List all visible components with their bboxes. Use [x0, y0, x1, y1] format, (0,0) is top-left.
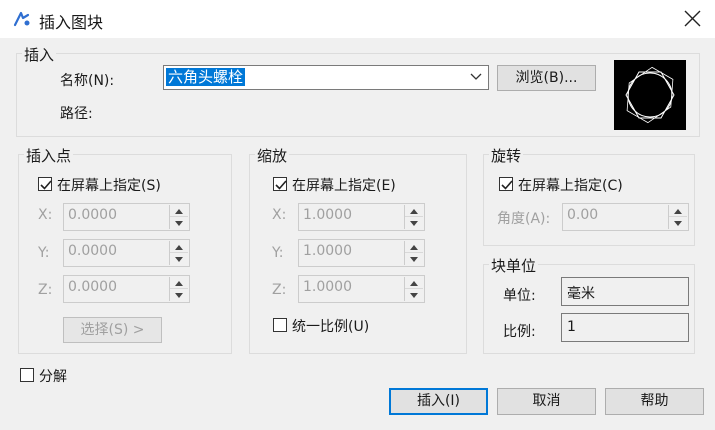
insertion-x-spinner[interactable]: 0.0000: [63, 203, 190, 231]
chevron-down-icon: [470, 73, 482, 80]
insertion-x-value: 0.0000: [68, 207, 117, 223]
uniform-scale-label: 统一比例(U): [292, 319, 370, 335]
scale-z-spinner[interactable]: 1.0000: [298, 275, 425, 303]
title-bar: 插入图块: [0, 0, 715, 38]
insert-legend: 插入: [22, 44, 57, 65]
factor-label: 比例:: [503, 324, 536, 340]
spin-up-button[interactable]: [405, 205, 423, 217]
scale-z-label: Z:: [272, 282, 287, 298]
spin-up-button[interactable]: [669, 205, 687, 217]
insertion-y-label: Y:: [38, 245, 50, 261]
close-button[interactable]: [670, 0, 715, 38]
triangle-up-icon: [410, 245, 418, 250]
scale-x-value: 1.0000: [303, 207, 352, 223]
spin-down-button[interactable]: [170, 289, 188, 301]
insertion-point-legend: 插入点: [24, 145, 74, 166]
spin-up-button[interactable]: [170, 277, 188, 289]
spin-down-button[interactable]: [669, 217, 687, 229]
check-icon: [501, 180, 513, 190]
scale-y-value: 1.0000: [303, 243, 352, 259]
triangle-down-icon: [674, 221, 682, 226]
insertion-z-label: Z:: [38, 282, 53, 298]
block-name-value: 六角头螺栓: [166, 68, 246, 86]
scale-x-spinner[interactable]: 1.0000: [298, 203, 425, 231]
window-title: 插入图块: [39, 13, 104, 32]
explode-checkbox[interactable]: [20, 368, 34, 382]
path-label: 路径:: [60, 106, 93, 122]
triangle-up-icon: [175, 281, 183, 286]
factor-value: 1: [567, 319, 576, 335]
insertion-z-spinner[interactable]: 0.0000: [63, 275, 190, 303]
unit-value: 毫米: [567, 286, 595, 302]
spin-up-button[interactable]: [170, 205, 188, 217]
spin-up-button[interactable]: [170, 241, 188, 253]
block-name-combobox[interactable]: 六角头螺栓: [163, 65, 489, 90]
block-unit-legend: 块单位: [489, 255, 539, 276]
scale-x-label: X:: [272, 207, 287, 223]
scale-specify-label: 在屏幕上指定(E): [292, 178, 396, 194]
insertion-specify-checkbox[interactable]: [38, 177, 52, 191]
triangle-down-icon: [410, 221, 418, 226]
insertion-x-label: X:: [38, 207, 53, 223]
rotation-group: [483, 154, 695, 246]
scale-specify-checkbox[interactable]: [273, 177, 287, 191]
select-point-button[interactable]: 选择(S) >: [63, 317, 162, 343]
cad-app-icon: [12, 9, 32, 29]
triangle-up-icon: [674, 209, 682, 214]
triangle-down-icon: [410, 293, 418, 298]
angle-spinner[interactable]: 0.00: [562, 203, 689, 231]
uniform-scale-checkbox[interactable]: [273, 318, 287, 332]
insertion-specify-label: 在屏幕上指定(S): [57, 178, 161, 194]
name-label: 名称(N):: [60, 73, 115, 89]
block-preview: [614, 60, 686, 130]
rotation-specify-checkbox[interactable]: [499, 177, 513, 191]
spin-down-button[interactable]: [405, 217, 423, 229]
rotation-specify-label: 在屏幕上指定(C): [518, 178, 623, 194]
unit-field: 毫米: [561, 277, 689, 306]
scale-legend: 缩放: [255, 145, 290, 166]
scale-y-spinner[interactable]: 1.0000: [298, 239, 425, 267]
triangle-up-icon: [175, 209, 183, 214]
triangle-down-icon: [410, 257, 418, 262]
check-icon: [275, 180, 287, 190]
insertion-y-value: 0.0000: [68, 243, 117, 259]
close-icon: [684, 10, 701, 27]
spin-down-button[interactable]: [170, 253, 188, 265]
insertion-z-value: 0.0000: [68, 279, 117, 295]
unit-label: 单位:: [503, 288, 536, 304]
spin-up-button[interactable]: [405, 277, 423, 289]
insert-button[interactable]: 插入(I): [389, 388, 488, 415]
spin-down-button[interactable]: [405, 289, 423, 301]
angle-label: 角度(A):: [497, 211, 551, 227]
explode-label: 分解: [39, 369, 67, 385]
triangle-down-icon: [175, 257, 183, 262]
check-icon: [40, 180, 52, 190]
scale-z-value: 1.0000: [303, 279, 352, 295]
triangle-down-icon: [175, 293, 183, 298]
spin-down-button[interactable]: [170, 217, 188, 229]
triangle-up-icon: [175, 245, 183, 250]
cancel-button[interactable]: 取消: [497, 388, 596, 415]
insertion-y-spinner[interactable]: 0.0000: [63, 239, 190, 267]
browse-button[interactable]: 浏览(B)...: [497, 65, 596, 91]
hex-bolt-preview-icon: [625, 66, 675, 124]
spin-up-button[interactable]: [405, 241, 423, 253]
triangle-up-icon: [410, 281, 418, 286]
factor-field: 1: [561, 313, 689, 342]
help-button[interactable]: 帮助: [605, 388, 704, 415]
angle-value: 0.00: [567, 207, 599, 223]
triangle-down-icon: [175, 221, 183, 226]
triangle-up-icon: [410, 209, 418, 214]
spin-down-button[interactable]: [405, 253, 423, 265]
rotation-legend: 旋转: [489, 145, 524, 166]
scale-y-label: Y:: [272, 245, 284, 261]
